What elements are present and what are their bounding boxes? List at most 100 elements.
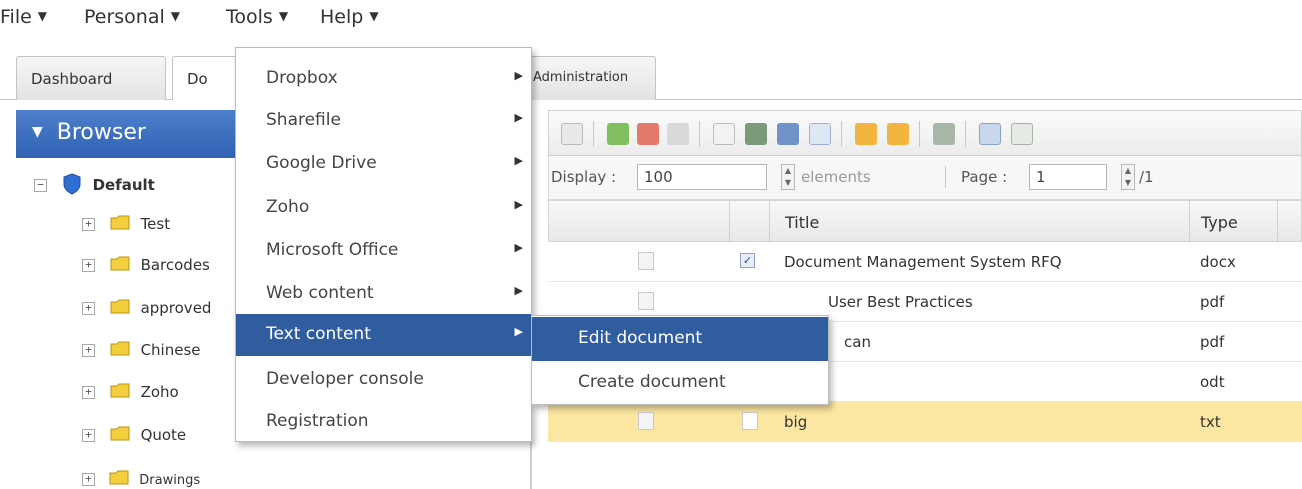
tree-node-folder[interactable]: + Quote [82, 426, 186, 444]
toolbar-separator [699, 121, 700, 147]
menu-item-label: Sharefile [266, 110, 341, 130]
toolbar-separator [841, 121, 842, 147]
grid-header: Title Type [548, 200, 1302, 243]
tree-node-label: Test [140, 215, 171, 233]
download-icon[interactable] [607, 123, 629, 145]
tree-node-folder[interactable]: + Test [82, 215, 170, 233]
pager: Display : 100 ▲ ▼ elements Page : 1 ▲ ▼ /1 [548, 156, 1302, 200]
tree-node-folder[interactable]: + Zoho [82, 383, 179, 401]
menu-item-label: Create document [578, 372, 726, 392]
tree-node-label: Barcodes [140, 256, 210, 274]
tree-node-default[interactable]: − Default [34, 173, 155, 195]
chevron-down-icon: ▼ [369, 9, 379, 23]
folder-icon [110, 256, 130, 271]
shield-icon [63, 173, 81, 195]
menu-item-label: Registration [266, 411, 369, 431]
expand-toggle-icon[interactable]: + [82, 386, 95, 399]
chevron-right-icon: ▶ [514, 284, 523, 297]
document-icon [638, 412, 654, 430]
collapse-toggle-icon[interactable]: − [34, 179, 47, 192]
column-header-title[interactable]: Title [785, 213, 819, 232]
page-value: 1 [1036, 168, 1046, 186]
page-spinner[interactable]: ▲ ▼ [1121, 164, 1135, 190]
checkout-icon[interactable] [855, 123, 877, 145]
menu-bar: File ▼ Personal ▼ Tools ▼ Help ▼ [0, 0, 1302, 46]
display-count-value: 100 [644, 168, 673, 186]
expand-toggle-icon[interactable]: + [82, 344, 95, 357]
menu-item-dropbox[interactable]: Dropbox ▶ [236, 58, 531, 100]
tree-node-folder[interactable]: + approved [82, 299, 211, 317]
menu-item-registration[interactable]: Registration [236, 401, 531, 443]
expand-toggle-icon[interactable]: + [82, 429, 95, 442]
row-checkbox[interactable]: ✓ [740, 253, 755, 268]
copy-icon[interactable] [667, 123, 689, 145]
folder-icon [110, 383, 130, 398]
document-icon [638, 292, 654, 310]
tree-node-label: approved [140, 299, 212, 317]
refresh-icon[interactable] [561, 123, 583, 145]
menu-item-microsoft-office[interactable]: Microsoft Office ▶ [236, 230, 531, 272]
tree-node-folder[interactable]: + Chinese [82, 341, 201, 359]
table-row[interactable]: ✓ Document Management System RFQ docx [548, 242, 1302, 282]
menu-help[interactable]: Help ▼ [320, 6, 379, 28]
row-title: can [844, 333, 871, 351]
page-label: Page : [961, 168, 1008, 186]
lock-icon[interactable] [933, 123, 955, 145]
chevron-right-icon: ▶ [514, 154, 523, 167]
chevron-down-icon: ▼ [170, 9, 181, 23]
row-type: pdf [1200, 293, 1225, 311]
menu-personal[interactable]: Personal ▼ [84, 6, 180, 28]
menu-item-label: Google Drive [266, 153, 377, 173]
menu-item-text-content[interactable]: Text content ▶ [236, 314, 531, 356]
expand-toggle-icon[interactable]: + [82, 302, 95, 315]
table-row-selected[interactable]: big txt [548, 402, 1302, 442]
column-divider [729, 201, 730, 243]
tree-node-folder[interactable]: + Barcodes [82, 256, 210, 274]
chevron-down-icon: ▼ [278, 9, 289, 23]
menu-file-label: File [0, 6, 32, 28]
page-input[interactable]: 1 [1029, 164, 1107, 190]
column-divider [1189, 201, 1190, 243]
menu-item-web-content[interactable]: Web content ▶ [236, 273, 531, 315]
display-count-spinner[interactable]: ▲ ▼ [781, 164, 795, 190]
menu-item-google-drive[interactable]: Google Drive ▶ [236, 143, 531, 185]
window-icon[interactable] [809, 123, 831, 145]
chevron-right-icon: ▶ [514, 198, 523, 211]
menu-item-label: Web content [266, 283, 374, 303]
tab-documents-label: Do [187, 70, 208, 88]
menu-item-zoho[interactable]: Zoho ▶ [236, 187, 531, 229]
menu-item-label: Edit document [578, 328, 703, 348]
expand-toggle-icon[interactable]: + [82, 259, 95, 272]
menu-tools[interactable]: Tools ▼ [226, 6, 288, 28]
expand-toggle-icon[interactable]: + [82, 218, 95, 231]
row-type: docx [1200, 253, 1236, 271]
menu-item-developer-console[interactable]: Developer console [236, 359, 531, 401]
menu-item-edit-document[interactable]: Edit document [532, 317, 828, 361]
notes-icon[interactable] [1011, 123, 1033, 145]
tab-dashboard[interactable]: Dashboard [16, 56, 166, 100]
tree-node-label: Chinese [140, 341, 201, 359]
move-icon[interactable] [745, 123, 767, 145]
menu-item-sharefile[interactable]: Sharefile ▶ [236, 100, 531, 142]
properties-icon[interactable] [777, 123, 799, 145]
tab-dashboard-label: Dashboard [31, 70, 113, 88]
toolbar-separator [593, 121, 594, 147]
display-count-input[interactable]: 100 [637, 164, 767, 190]
tab-administration[interactable]: Administration [528, 56, 656, 100]
display-label: Display : [551, 168, 617, 186]
preview-icon[interactable] [979, 123, 1001, 145]
new-document-icon[interactable] [713, 123, 735, 145]
checkin-icon[interactable] [887, 123, 909, 145]
menu-item-create-document[interactable]: Create document [532, 361, 828, 405]
document-panel: Display : 100 ▲ ▼ elements Page : 1 ▲ ▼ /1… [534, 100, 1302, 489]
menu-file[interactable]: File ▼ [0, 6, 47, 28]
pdf-icon[interactable] [637, 123, 659, 145]
column-divider [769, 201, 770, 243]
column-header-type[interactable]: Type [1201, 213, 1238, 232]
expand-triangle-icon: ▼ [32, 124, 43, 140]
tools-dropdown-menu: Dropbox ▶ Sharefile ▶ Google Drive ▶ Zoho ▶ … [235, 47, 532, 442]
page-total: /1 [1139, 168, 1154, 186]
expand-toggle-icon[interactable]: + [82, 473, 95, 486]
tree-node-folder[interactable]: + Drawings [82, 470, 200, 488]
tab-documents[interactable]: Do [172, 56, 242, 100]
